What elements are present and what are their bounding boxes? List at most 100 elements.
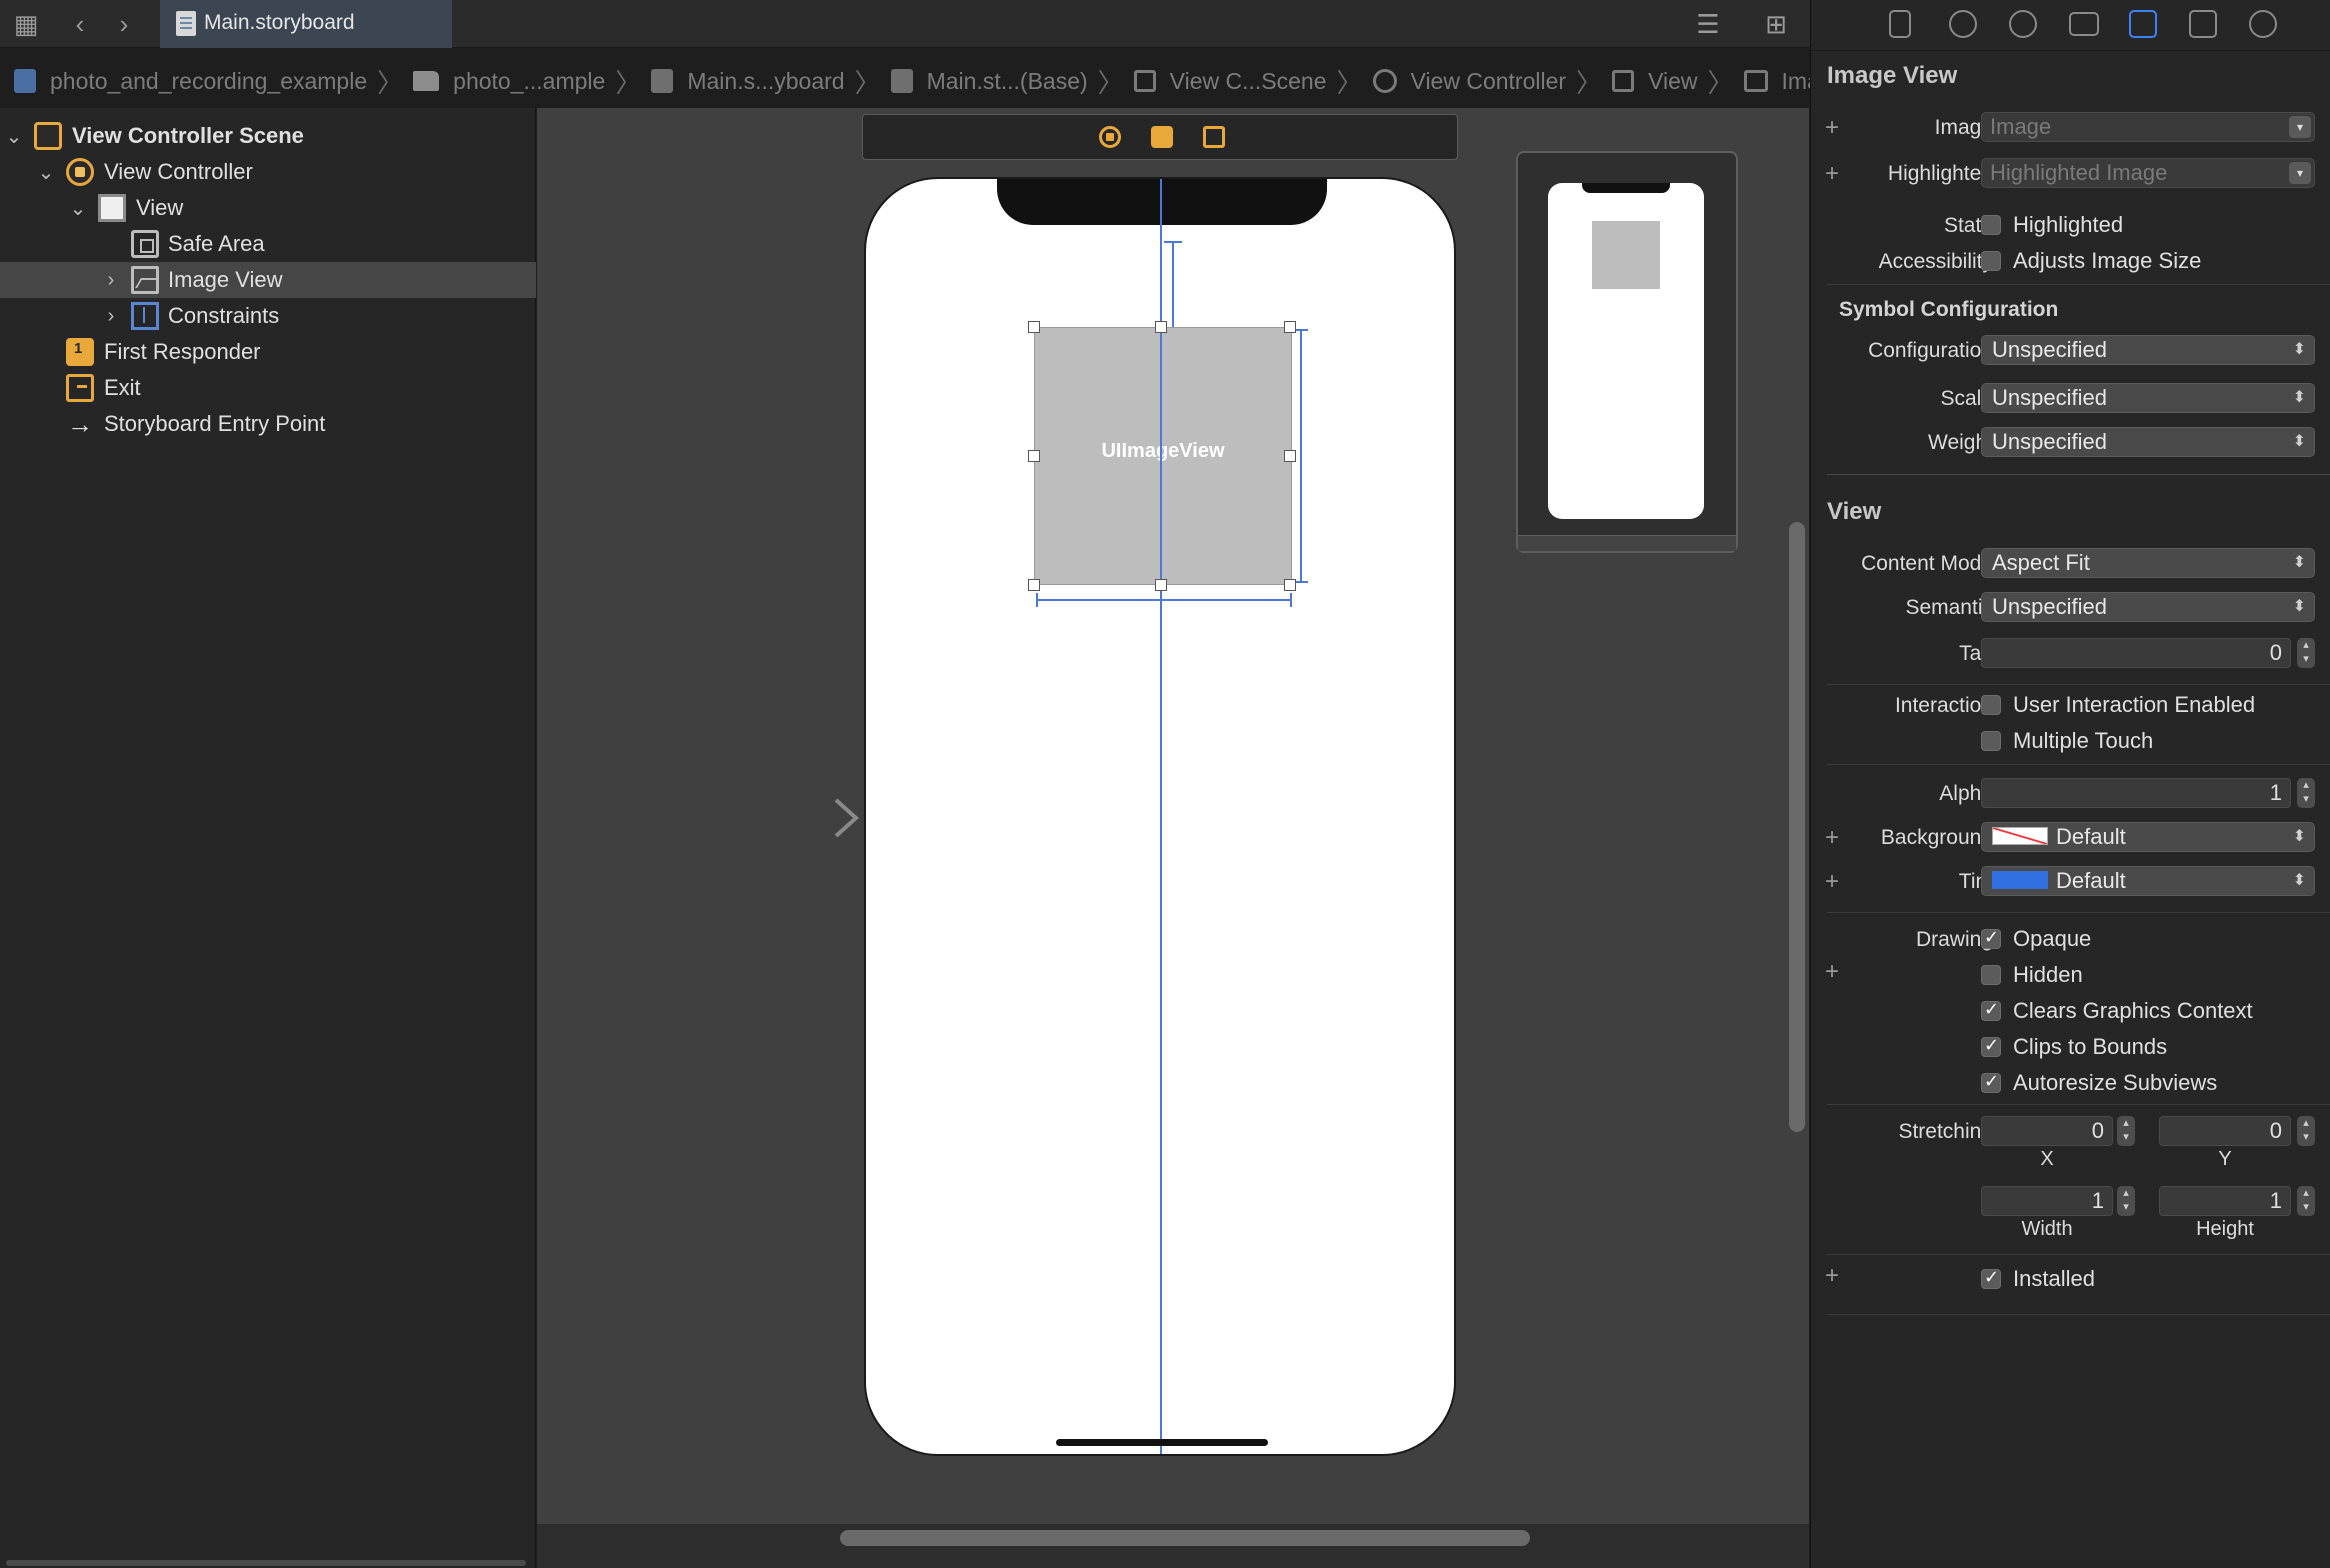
multiple-touch-checkbox[interactable]: Multiple Touch [1981,726,2153,756]
opaque-checkbox[interactable]: Opaque [1981,924,2091,954]
canvas-horizontal-scrollbar[interactable] [840,1530,1530,1546]
checkbox[interactable] [1981,1267,2001,1289]
checkbox[interactable] [1981,927,2001,949]
hidden-checkbox[interactable]: Hidden [1981,960,2083,990]
add-variation-button[interactable]: + [1825,1262,1839,1290]
outline-scrollbar[interactable] [6,1560,526,1566]
uiimageview-element[interactable]: UIImageView [1034,327,1292,585]
outline-item-view[interactable]: ⌄ View [0,190,536,226]
scale-popup[interactable]: Unspecified ⬍ [1981,383,2315,413]
installed-checkbox[interactable]: Installed [1981,1264,2095,1294]
clears-graphics-context-checkbox[interactable]: Clears Graphics Context [1981,996,2253,1026]
autoresize-subviews-checkbox[interactable]: Autoresize Subviews [1981,1068,2217,1098]
checkbox[interactable] [1981,999,2001,1021]
stretching-height-field[interactable]: 1 [2159,1186,2291,1216]
tint-color-popup[interactable]: Default ⬍ [1981,866,2315,896]
breadcrumb-item-scene[interactable]: View C...Scene [1133,68,1327,95]
resize-handle-bottom-left[interactable] [1028,579,1040,591]
checkbox[interactable] [1981,1071,2001,1093]
outline-item-image-view[interactable]: › Image View [0,262,536,298]
alpha-field[interactable]: 1 [1981,778,2291,808]
editor-options-icon[interactable]: ☰ [1690,0,1726,48]
stretching-x-field[interactable]: 0 [1981,1116,2113,1146]
outline-item-scene[interactable]: ⌄ View Controller Scene [0,118,536,154]
file-inspector-icon[interactable] [1889,10,1911,38]
tab-main-storyboard[interactable]: Main.storyboard [160,0,452,48]
resize-handle-bottom-right[interactable] [1284,579,1296,591]
stretching-height-stepper[interactable]: ▴ ▾ [2297,1186,2315,1216]
stretching-width-stepper[interactable]: ▴ ▾ [2117,1186,2135,1216]
outline-item-safe-area[interactable]: Safe Area [0,226,536,262]
exit-icon[interactable] [1203,126,1225,148]
add-editor-icon[interactable]: ⊞ [1758,0,1794,48]
size-inspector-icon[interactable] [2189,10,2217,38]
clips-to-bounds-checkbox[interactable]: Clips to Bounds [1981,1032,2167,1062]
tag-field[interactable]: 0 [1981,638,2291,668]
background-color-popup[interactable]: Default ⬍ [1981,822,2315,852]
resize-handle-top-left[interactable] [1028,321,1040,333]
stretching-y-stepper[interactable]: ▴ ▾ [2297,1116,2315,1146]
attributes-inspector-icon[interactable] [2129,10,2157,38]
outline-item-entry-point[interactable]: → Storyboard Entry Point [0,406,536,442]
identity-inspector-icon[interactable] [2069,12,2099,36]
checkbox[interactable] [1981,1035,2001,1057]
breadcrumb-item-project[interactable]: photo_and_recording_example [14,68,367,95]
semantic-popup[interactable]: Unspecified ⬍ [1981,592,2315,622]
outline-item-view-controller[interactable]: ⌄ View Controller [0,154,536,190]
chevron-down-icon[interactable]: ⌄ [36,160,56,185]
checkbox[interactable] [1981,965,2001,985]
checkbox[interactable] [1981,215,2001,235]
connections-inspector-icon[interactable] [2249,10,2277,38]
history-inspector-icon[interactable] [1949,10,1977,38]
chevron-down-icon[interactable]: ⌄ [4,124,24,149]
resize-handle-top-right[interactable] [1284,321,1296,333]
top-constraint-line[interactable] [1172,241,1174,327]
checkbox[interactable] [1981,251,2001,271]
add-variation-button[interactable]: + [1825,958,1839,986]
iphone-canvas-frame[interactable]: UIImageView [864,177,1456,1456]
resize-handle-bottom[interactable] [1155,579,1167,591]
canvas-minimap[interactable] [1516,151,1738,553]
chevron-right-icon[interactable]: › [101,305,121,328]
state-highlighted-checkbox[interactable]: Highlighted [1981,210,2123,240]
height-constraint-line[interactable] [1300,329,1302,583]
forward-chevron-icon[interactable]: › [106,0,142,48]
content-mode-popup[interactable]: Aspect Fit ⬍ [1981,548,2315,578]
chevron-down-icon[interactable]: ▾ [2289,116,2311,138]
stretching-x-stepper[interactable]: ▴ ▾ [2117,1116,2135,1146]
user-interaction-checkbox[interactable]: User Interaction Enabled [1981,690,2255,720]
breadcrumb-item-view[interactable]: View [1612,68,1698,95]
width-constraint-line[interactable] [1036,599,1292,601]
breadcrumb-item-view-controller[interactable]: View Controller [1372,68,1566,95]
checkbox[interactable] [1981,731,2001,751]
tag-stepper[interactable]: ▴ ▾ [2297,638,2315,668]
minimap-scroll-bar[interactable] [1518,535,1736,551]
stretching-width-field[interactable]: 1 [1981,1186,2113,1216]
adjusts-image-size-checkbox[interactable]: Adjusts Image Size [1981,246,2201,276]
breadcrumb-item-folder[interactable]: photo_...ample [413,68,605,95]
image-combo[interactable]: Image ▾ [1981,112,2315,142]
first-responder-icon[interactable] [1151,126,1173,148]
resize-handle-top[interactable] [1155,321,1167,333]
help-inspector-icon[interactable] [2009,10,2037,38]
alpha-stepper[interactable]: ▴ ▾ [2297,778,2315,808]
storyboard-entry-arrow[interactable] [720,798,860,838]
canvas-vertical-scrollbar[interactable] [1789,522,1805,1132]
outline-item-constraints[interactable]: › Constraints [0,298,536,334]
breadcrumb-item-storyboard[interactable]: Main.s...yboard [651,68,845,95]
weight-popup[interactable]: Unspecified ⬍ [1981,427,2315,457]
chevron-down-icon[interactable]: ▾ [2289,162,2311,184]
checkbox[interactable] [1981,695,2001,715]
outline-item-first-responder[interactable]: First Responder [0,334,536,370]
grid-icon[interactable]: ▦ [8,0,44,48]
highlighted-image-combo[interactable]: Highlighted Image ▾ [1981,158,2315,188]
outline-item-exit[interactable]: Exit [0,370,536,406]
chevron-right-icon[interactable]: › [101,269,121,292]
configuration-popup[interactable]: Unspecified ⬍ [1981,335,2315,365]
breadcrumb-item-storyboard-base[interactable]: Main.st...(Base) [890,68,1088,95]
stretching-y-field[interactable]: 0 [2159,1116,2291,1146]
resize-handle-right[interactable] [1284,450,1296,462]
view-controller-icon[interactable] [1099,126,1121,148]
breadcrumb-item-image-view[interactable]: Image View [1743,68,1810,95]
chevron-down-icon[interactable]: ⌄ [68,196,88,221]
